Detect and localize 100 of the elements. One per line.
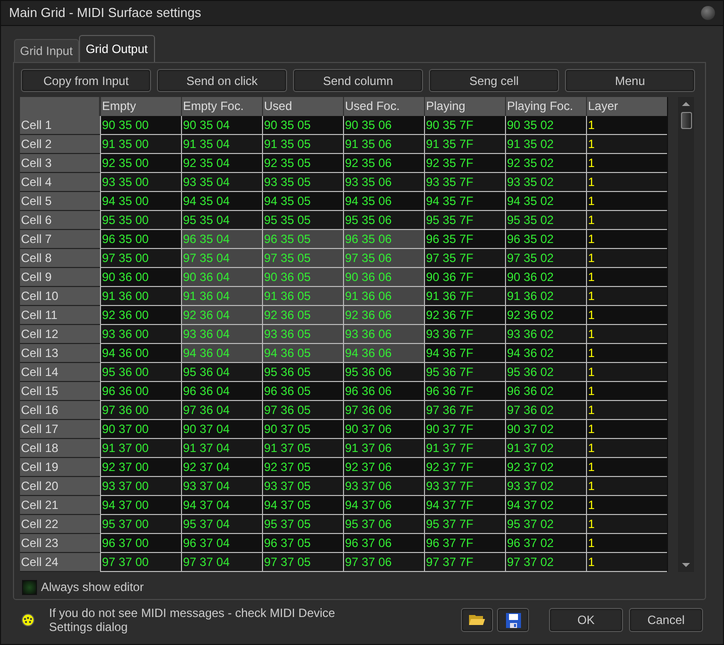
- table-cell: 94 36 06: [343, 344, 424, 363]
- table-cell: 1: [586, 458, 667, 477]
- table-cell: 97 35 02: [505, 249, 586, 268]
- toolbar-button[interactable]: Send column: [293, 69, 423, 92]
- table-cell: 96 35 7F: [424, 230, 505, 249]
- checkbox-label[interactable]: Always show editor: [41, 578, 144, 596]
- row-header[interactable]: Cell 19: [20, 458, 100, 477]
- hint-text: If you do not see MIDI messages - check MIDI Device Settings dialog: [49, 606, 336, 634]
- row-header[interactable]: Cell 6: [20, 211, 100, 230]
- folder-icon: [469, 614, 485, 626]
- scroll-thumb[interactable]: [680, 112, 692, 129]
- save-button[interactable]: [497, 608, 529, 632]
- table-cell: 97 36 7F: [424, 401, 505, 420]
- row-header[interactable]: Cell 14: [20, 363, 100, 382]
- table-cell: 1: [586, 477, 667, 496]
- toolbar-button[interactable]: Menu: [565, 69, 695, 92]
- table-cell: 94 36 02: [505, 344, 586, 363]
- table-cell: 96 35 04: [181, 230, 262, 249]
- table-cell: 1: [586, 553, 667, 572]
- column-header[interactable]: Used Foc.: [343, 97, 424, 116]
- dialog-button[interactable]: OK: [549, 608, 623, 632]
- row-header[interactable]: Cell 11: [20, 306, 100, 325]
- window-title: Main Grid - MIDI Surface settings: [9, 4, 202, 22]
- table-cell: 90 36 04: [181, 268, 262, 287]
- table-cell: 1: [586, 116, 667, 135]
- table-cell: 93 36 02: [505, 325, 586, 344]
- table-cell: 95 35 02: [505, 211, 586, 230]
- table-cell: 95 35 04: [181, 211, 262, 230]
- row-header[interactable]: Cell 4: [20, 173, 100, 192]
- table-cell: 90 35 02: [505, 116, 586, 135]
- column-header[interactable]: Empty Foc.: [181, 97, 262, 116]
- row-header[interactable]: Cell 18: [20, 439, 100, 458]
- table-cell: 90 36 02: [505, 268, 586, 287]
- scroll-down-icon[interactable]: [681, 561, 691, 569]
- table-cell: 1: [586, 325, 667, 344]
- row-header[interactable]: Cell 7: [20, 230, 100, 249]
- table-cell: 95 35 06: [343, 211, 424, 230]
- column-header[interactable]: Layer: [586, 97, 667, 116]
- row-header[interactable]: Cell 8: [20, 249, 100, 268]
- knob-icon[interactable]: [701, 6, 715, 20]
- row-header[interactable]: Cell 15: [20, 382, 100, 401]
- table-cell: 94 37 02: [505, 496, 586, 515]
- row-header[interactable]: Cell 1: [20, 116, 100, 135]
- table-cell: 93 35 7F: [424, 173, 505, 192]
- row-header[interactable]: Cell 3: [20, 154, 100, 173]
- table-cell: 90 36 00: [100, 268, 181, 287]
- table-cell: 94 35 05: [262, 192, 343, 211]
- column-header[interactable]: Empty: [100, 97, 181, 116]
- table-cell: 91 37 05: [262, 439, 343, 458]
- scrollbar[interactable]: [678, 97, 694, 572]
- table-cell: 1: [586, 534, 667, 553]
- row-header[interactable]: Cell 22: [20, 515, 100, 534]
- row-header[interactable]: Cell 23: [20, 534, 100, 553]
- row-header[interactable]: Cell 24: [20, 553, 100, 572]
- tab[interactable]: Grid Output: [78, 35, 155, 62]
- tab[interactable]: Grid Input: [14, 39, 79, 62]
- table-cell: 97 36 05: [262, 401, 343, 420]
- table-cell: 97 37 02: [505, 553, 586, 572]
- row-header[interactable]: Cell 16: [20, 401, 100, 420]
- row-header[interactable]: Cell 12: [20, 325, 100, 344]
- table-cell: 93 35 04: [181, 173, 262, 192]
- column-header[interactable]: Playing: [424, 97, 505, 116]
- row-header[interactable]: Cell 2: [20, 135, 100, 154]
- table-cell: 97 37 00: [100, 553, 181, 572]
- column-header[interactable]: Playing Foc.: [505, 97, 586, 116]
- row-header[interactable]: Cell 21: [20, 496, 100, 515]
- table-cell: 95 35 00: [100, 211, 181, 230]
- table-cell: 97 37 04: [181, 553, 262, 572]
- column-header[interactable]: Used: [262, 97, 343, 116]
- row-header[interactable]: Cell 20: [20, 477, 100, 496]
- table-cell: 94 35 06: [343, 192, 424, 211]
- checkbox[interactable]: [22, 580, 37, 594]
- row-header[interactable]: Cell 13: [20, 344, 100, 363]
- table-cell: 91 36 04: [181, 287, 262, 306]
- toolbar-button[interactable]: Copy from Input: [21, 69, 151, 92]
- table-cell: 92 36 06: [343, 306, 424, 325]
- scroll-up-icon[interactable]: [681, 100, 691, 108]
- row-header[interactable]: Cell 5: [20, 192, 100, 211]
- table-cell: 93 35 05: [262, 173, 343, 192]
- table-cell: 1: [586, 268, 667, 287]
- row-header[interactable]: Cell 10: [20, 287, 100, 306]
- open-folder-button[interactable]: [461, 608, 493, 632]
- table-cell: 91 35 7F: [424, 135, 505, 154]
- table-cell: 90 35 05: [262, 116, 343, 135]
- table-cell: 91 37 00: [100, 439, 181, 458]
- table-cell: 93 36 7F: [424, 325, 505, 344]
- table-cell: 95 37 04: [181, 515, 262, 534]
- table-cell: 90 37 02: [505, 420, 586, 439]
- table-cell: 95 36 02: [505, 363, 586, 382]
- table-cell: 92 35 00: [100, 154, 181, 173]
- table-cell: 91 35 04: [181, 135, 262, 154]
- table-cell: 95 37 05: [262, 515, 343, 534]
- toolbar-button[interactable]: Send on click: [157, 69, 287, 92]
- table-cell: 95 36 04: [181, 363, 262, 382]
- toolbar-button[interactable]: Seng cell: [429, 69, 559, 92]
- row-header[interactable]: Cell 9: [20, 268, 100, 287]
- dialog-button[interactable]: Cancel: [629, 608, 703, 632]
- table-cell: 1: [586, 154, 667, 173]
- row-header[interactable]: Cell 17: [20, 420, 100, 439]
- table-cell: 1: [586, 287, 667, 306]
